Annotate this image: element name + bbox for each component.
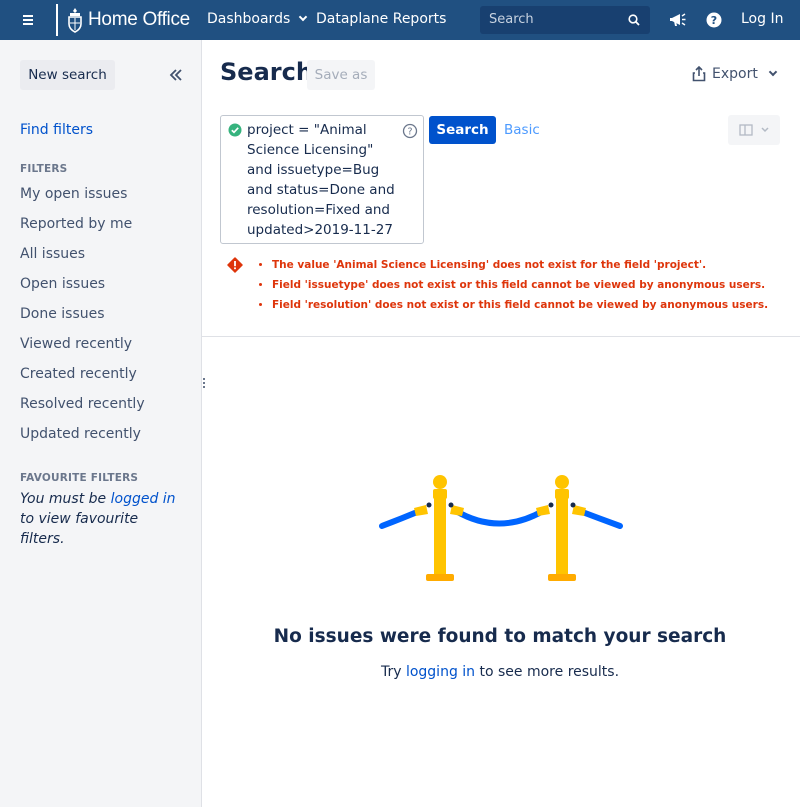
sidebar-item-created-recently[interactable]: Created recently <box>20 364 145 394</box>
quick-search <box>480 6 650 34</box>
jql-query-text[interactable]: project = "Animal Science Licensing" and… <box>247 120 395 240</box>
error-message: The value 'Animal Science Licensing' doe… <box>272 258 768 278</box>
home-office-logo[interactable]: Home Office <box>56 4 190 36</box>
error-message: Field 'resolution' does not exist or thi… <box>272 298 768 318</box>
save-as-button[interactable]: Save as <box>307 60 375 90</box>
export-label: Export <box>712 66 758 82</box>
top-navigation-bar: Home Office Dashboards Dataplane Reports… <box>0 0 800 40</box>
search-button[interactable]: Search <box>429 116 496 144</box>
system-filters-list: My open issues Reported by me All issues… <box>20 184 145 454</box>
error-message: Field 'issuetype' does not exist or this… <box>272 278 768 298</box>
login-link[interactable]: Log In <box>741 11 783 27</box>
basic-mode-link[interactable]: Basic <box>504 122 540 138</box>
empty-results-illustration <box>379 475 623 581</box>
search-icon[interactable] <box>628 14 640 26</box>
list-view-icon <box>739 124 769 136</box>
svg-text:?: ? <box>711 14 717 27</box>
jql-error-list: The value 'Animal Science Licensing' doe… <box>272 258 768 318</box>
megaphone-icon[interactable] <box>668 10 688 30</box>
check-circle-icon <box>228 123 242 137</box>
quick-search-input[interactable] <box>489 12 619 27</box>
sidebar-item-reported-by-me[interactable]: Reported by me <box>20 214 145 244</box>
dashboards-menu[interactable]: Dashboards <box>207 11 308 27</box>
favourite-msg-before: You must be <box>20 491 111 507</box>
sidebar-item-viewed-recently[interactable]: Viewed recently <box>20 334 145 364</box>
app-switcher-menu-icon[interactable] <box>18 10 38 30</box>
sidebar-item-all-issues[interactable]: All issues <box>20 244 145 274</box>
find-filters-link[interactable]: Find filters <box>20 122 93 138</box>
sidebar-item-open-issues[interactable]: Open issues <box>20 274 145 304</box>
favourite-filters-heading: FAVOURITE FILTERS <box>20 472 139 484</box>
empty-sub-before: Try <box>380 664 406 680</box>
chevron-down-icon <box>299 12 308 22</box>
svg-text:?: ? <box>407 127 412 138</box>
empty-results-title: No issues were found to match your searc… <box>273 626 727 647</box>
error-icon <box>227 257 243 273</box>
double-chevron-left-icon[interactable] <box>168 67 184 83</box>
question-circle-icon[interactable]: ? <box>402 123 418 139</box>
logo-divider <box>56 4 58 36</box>
sidebar-item-done-issues[interactable]: Done issues <box>20 304 145 334</box>
logged-in-link[interactable]: logged in <box>111 491 176 507</box>
export-menu[interactable]: Export <box>692 66 778 82</box>
share-icon <box>692 66 706 82</box>
filters-heading: FILTERS <box>20 163 68 175</box>
sidebar-item-my-open-issues[interactable]: My open issues <box>20 184 145 214</box>
sidebar-item-resolved-recently[interactable]: Resolved recently <box>20 394 145 424</box>
search-main: Search Save as Export project = "Animal … <box>202 40 800 807</box>
layout-switcher-button[interactable] <box>728 115 780 145</box>
empty-results-subtitle: Try logging in to see more results. <box>202 664 798 680</box>
favourite-filters-message: You must be logged in to view favourite … <box>20 489 185 549</box>
crest-icon <box>68 8 82 33</box>
sidebar-item-updated-recently[interactable]: Updated recently <box>20 424 145 454</box>
filters-sidebar: New search Find filters FILTERS My open … <box>0 40 202 807</box>
jql-query-box[interactable]: project = "Animal Science Licensing" and… <box>220 115 424 244</box>
results-divider <box>202 336 800 337</box>
logo-text: Home Office <box>88 9 190 30</box>
logging-in-link[interactable]: logging in <box>406 664 475 680</box>
chevron-down-icon <box>768 67 778 77</box>
dashboards-label: Dashboards <box>207 11 291 27</box>
page-title: Search <box>220 58 313 86</box>
help-icon[interactable]: ? <box>704 10 724 30</box>
new-search-button[interactable]: New search <box>20 60 115 90</box>
empty-sub-after: to see more results. <box>475 664 620 680</box>
favourite-msg-after: to view favourite filters. <box>20 511 139 547</box>
dataplane-reports-link[interactable]: Dataplane Reports <box>316 11 446 27</box>
